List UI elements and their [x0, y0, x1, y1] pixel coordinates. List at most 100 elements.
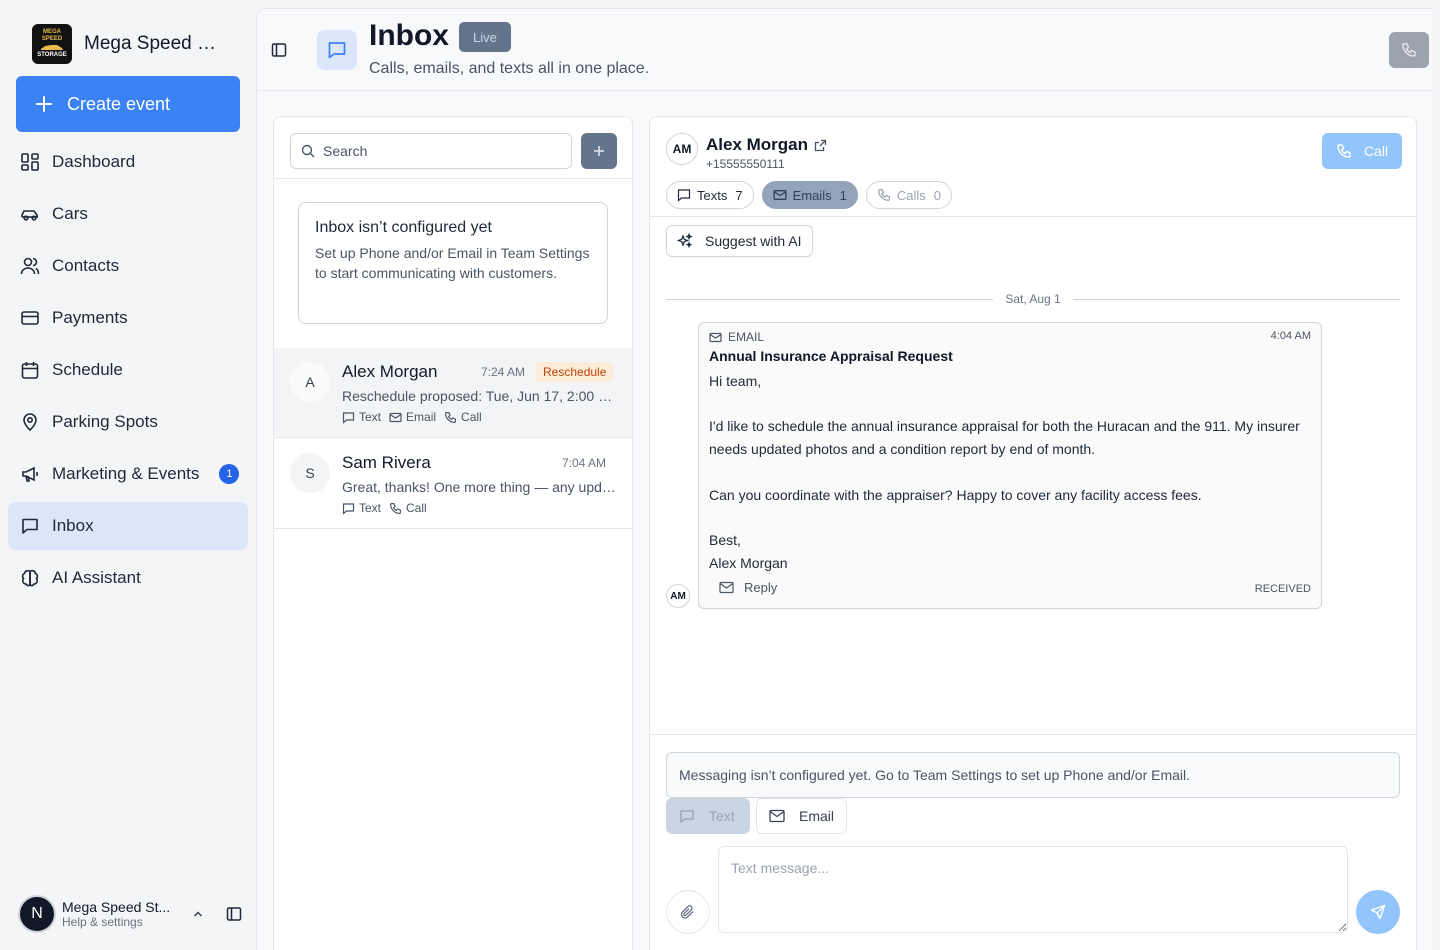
sidebar-item-inbox[interactable]: Inbox: [8, 502, 248, 550]
sidebar-item-payments[interactable]: Payments: [8, 294, 248, 342]
composer-tab-label: Email: [799, 808, 835, 824]
tab-texts[interactable]: Texts 7: [666, 181, 754, 209]
message-body: Hi team, I'd like to schedule the annual…: [709, 373, 1300, 571]
contact-name: Alex Morgan: [706, 135, 809, 154]
tab-calls[interactable]: Calls 0: [865, 181, 952, 209]
sparkles-icon: [677, 233, 693, 249]
sidebar-item-label: Payments: [52, 308, 128, 327]
message-avatar: AM: [666, 584, 690, 608]
sidebar-item-label: Parking Spots: [52, 412, 158, 431]
conversation-item[interactable]: S Sam Rivera 7:04 AM Great, thanks! One …: [274, 439, 632, 529]
notice-body: Set up Phone and/or Email in Team Settin…: [315, 245, 590, 281]
message-input[interactable]: [718, 846, 1348, 933]
message-subject: Annual Insurance Appraisal Request: [709, 348, 953, 364]
page-title: Inbox: [369, 19, 449, 52]
inbox-header-icon: [317, 30, 357, 70]
sidebar-item-cars[interactable]: Cars: [8, 190, 248, 238]
sidebar-item-label: Inbox: [52, 516, 94, 535]
composer-tab-email[interactable]: Email: [756, 798, 848, 834]
sidebar-item-label: Dashboard: [52, 152, 136, 171]
chevron-up-icon[interactable]: [192, 908, 204, 920]
tab-count: 0: [933, 187, 941, 203]
mail-icon: [389, 412, 402, 422]
message-type-label: EMAIL: [728, 330, 765, 344]
phone-icon: [390, 502, 401, 514]
channel-email: Email: [389, 410, 436, 424]
channel-text: Text: [342, 410, 381, 424]
message-square-icon: [680, 810, 694, 824]
contact-avatar: A: [290, 362, 330, 402]
reply-button[interactable]: Reply: [719, 580, 777, 595]
phone-icon: [877, 189, 890, 201]
message-square-icon: [22, 518, 38, 534]
sidebar-item-dashboard[interactable]: Dashboard: [8, 138, 248, 186]
suggest-with-ai-button[interactable]: Suggest with AI: [666, 225, 813, 257]
tab-label: Texts: [697, 187, 728, 203]
car-silhouette-icon: [41, 45, 63, 51]
divider: [666, 298, 994, 300]
sidebar: MEGA SPEED STORAGE Mega Speed St... Crea…: [0, 0, 256, 950]
message-status: RECEIVED: [1254, 583, 1311, 595]
contact-name: Alex Morgan: [342, 362, 438, 381]
tab-emails[interactable]: Emails 1: [761, 181, 858, 209]
sidebar-item-contacts[interactable]: Contacts: [8, 242, 248, 290]
contact-name-link[interactable]: Alex Morgan: [706, 135, 827, 155]
inbox-not-configured-notice: Inbox isn’t configured yet Set up Phone …: [298, 202, 608, 324]
channel-call: Call: [444, 410, 482, 424]
composer-tab-text[interactable]: Text: [666, 798, 750, 834]
channel-list: Text Email Call: [342, 410, 482, 424]
search-input[interactable]: [323, 143, 563, 159]
search-box[interactable]: [290, 133, 572, 169]
message-time: 4:04 AM: [1270, 330, 1311, 342]
mail-icon: [709, 332, 722, 342]
dashboard-icon: [21, 153, 39, 171]
date-label: Sat, Aug 1: [1005, 292, 1061, 306]
mail-icon: [719, 581, 734, 594]
mail-icon: [773, 190, 787, 200]
notice-title: Inbox isn’t configured yet: [315, 219, 492, 236]
sidebar-item-ai-assistant[interactable]: AI Assistant: [8, 554, 248, 602]
send-icon: [1370, 904, 1386, 920]
channel-label: Email: [406, 410, 437, 424]
sidebar-item-schedule[interactable]: Schedule: [8, 346, 248, 394]
create-event-button[interactable]: Create event: [16, 76, 240, 132]
conversation-time: 7:04 AM: [562, 456, 607, 470]
channel-list: Text Call: [342, 501, 427, 515]
megaphone-icon: [22, 466, 38, 482]
sidebar-item-label: Marketing & Events: [52, 464, 200, 483]
calendar-icon: [21, 362, 39, 379]
suggest-label: Suggest with AI: [705, 233, 802, 249]
sidebar-collapse-icon[interactable]: [226, 906, 242, 922]
notification-badge: 1: [219, 464, 240, 484]
sidebar-item-label: Schedule: [52, 360, 123, 379]
attach-button[interactable]: [666, 890, 710, 934]
sidebar-item-marketing-events[interactable]: Marketing & Events 1: [8, 450, 248, 498]
email-message: EMAIL 4:04 AM Annual Insurance Appraisal…: [698, 322, 1322, 609]
header-call-button[interactable]: [1389, 32, 1429, 68]
sidebar-item-label: Cars: [52, 204, 88, 223]
call-button[interactable]: Call: [1322, 133, 1402, 169]
conversation-item[interactable]: A Alex Morgan 7:24 AM Reschedule Resched…: [274, 348, 632, 438]
reschedule-tag: Reschedule: [536, 362, 614, 382]
mail-icon: [769, 809, 785, 823]
channel-call: Call: [389, 501, 427, 515]
composer-channel-tabs: Text Email: [666, 798, 848, 834]
message-square-icon: [342, 411, 355, 424]
contact-header: AM Alex Morgan +15555550111 Call Texts 7…: [650, 117, 1416, 217]
message-composer: Messaging isn’t configured yet. Go to Te…: [650, 734, 1416, 950]
panel-toggle-icon[interactable]: [271, 42, 287, 58]
contact-name: Sam Rivera: [342, 453, 431, 472]
brand-name: Mega Speed St...: [84, 33, 226, 54]
brain-icon: [21, 569, 39, 587]
sidebar-item-parking-spots[interactable]: Parking Spots: [8, 398, 248, 446]
send-button[interactable]: [1356, 890, 1400, 934]
new-conversation-button[interactable]: [581, 133, 617, 169]
channel-label: Call: [461, 410, 482, 424]
brand[interactable]: MEGA SPEED STORAGE Mega Speed St...: [32, 24, 226, 64]
user-menu[interactable]: N Mega Speed St... Help & settings: [18, 894, 242, 934]
search-icon: [301, 144, 315, 158]
channel-text: Text: [342, 501, 381, 515]
message-square-icon: [328, 42, 346, 59]
user-info: Mega Speed St... Help & settings: [62, 899, 176, 929]
contact-phone: +15555550111: [706, 157, 785, 171]
